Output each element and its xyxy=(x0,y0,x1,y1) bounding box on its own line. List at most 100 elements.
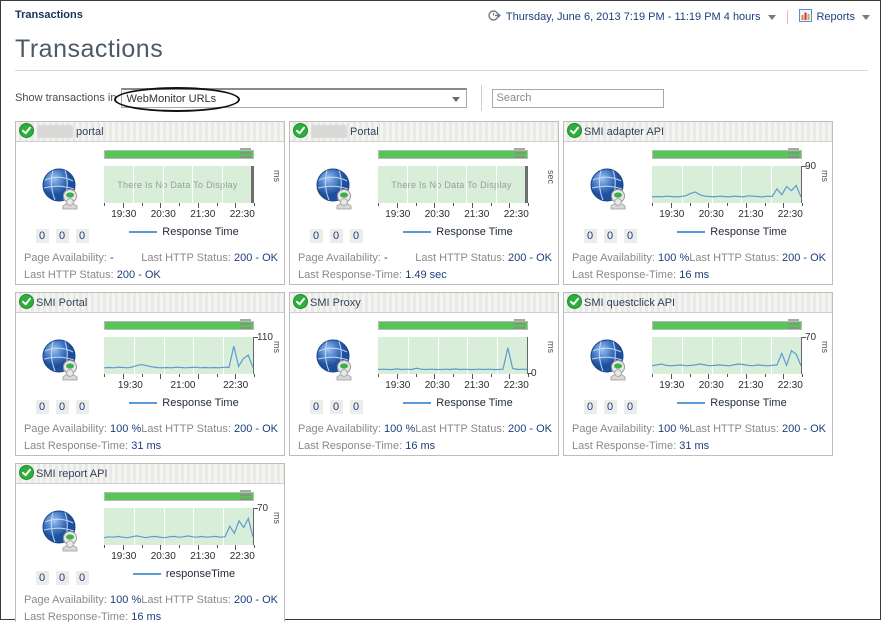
response-time-chart: 70 ms 19:30 20:30 21:30 22:30 xyxy=(104,503,282,562)
availability-label: Page Availability: xyxy=(572,423,655,435)
reports-chart-icon xyxy=(799,9,813,25)
breadcrumb[interactable]: Transactions xyxy=(15,9,83,21)
redacted-title-prefix xyxy=(311,125,347,138)
status-ok-check-icon xyxy=(19,293,34,312)
card-body: 0 0 0 70 ms xyxy=(16,484,284,585)
x-axis-tick-label: 22:30 xyxy=(223,380,249,391)
web-monitor-globe-icon xyxy=(587,166,633,217)
y-axis-unit-label: ms xyxy=(272,170,282,182)
combo-dropdown-arrow-icon[interactable] xyxy=(451,97,460,102)
transaction-card[interactable]: SMI Proxy 0 0 0 0 ms 19:30 20:30 21:30 2… xyxy=(289,292,559,456)
y-axis-unit-label: ms xyxy=(820,341,830,353)
show-transactions-label: Show transactions in xyxy=(15,92,117,104)
card-body: 0 0 0 0 ms 19:30 20:30 21:30 22:30 Respo… xyxy=(290,313,558,414)
card-footer: Page Availability: 100 % Last HTTP Statu… xyxy=(290,414,558,455)
x-axis-labels: 19:30 20:30 21:30 22:30 xyxy=(378,380,536,391)
transaction-card[interactable]: portal 0 0 0 There Is No Data To Display… xyxy=(15,121,285,285)
time-range-label[interactable]: Thursday, June 6, 2013 7:19 PM - 11:19 P… xyxy=(506,11,761,23)
card-footer: Page Availability: 100 % Last HTTP Statu… xyxy=(16,414,284,455)
x-axis-labels: 19:30 20:30 21:30 22:30 xyxy=(652,380,810,391)
x-axis-tick-label: 20:30 xyxy=(424,380,450,391)
top-bar: Transactions Thursday, June 6, 2013 7:19… xyxy=(1,1,880,25)
x-axis-tick-label: 21:30 xyxy=(190,551,216,562)
response-time-chart: There Is No Data To Display ms 19:30 20:3… xyxy=(104,166,282,220)
x-axis-tick-label: 22:30 xyxy=(229,551,255,562)
search-input[interactable] xyxy=(491,88,664,108)
card-header: Portal xyxy=(290,122,558,142)
alarm-counters: 0 0 0 xyxy=(309,229,363,243)
row2-value: 16 ms xyxy=(405,440,436,452)
alarm-counter: 0 xyxy=(603,229,617,243)
availability-label: Page Availability: xyxy=(24,252,107,264)
alarm-counter: 0 xyxy=(329,400,343,414)
x-axis-tick-label: 21:00 xyxy=(170,380,196,391)
row2-label: Last Response-Time: xyxy=(24,611,129,622)
card-title: SMI Portal xyxy=(36,296,88,309)
time-range-icon xyxy=(488,9,501,25)
status-ok-check-icon xyxy=(293,122,308,141)
selected-option-label: WebMonitor URLs xyxy=(126,92,217,105)
card-title: portal xyxy=(76,125,104,138)
no-data-message: There Is No Data To Display xyxy=(391,179,512,190)
card-footer: Page Availability: - Last HTTP Status: 2… xyxy=(290,243,558,284)
card-body: 0 0 0 110 ms 19:30 21:00 22:30 Response … xyxy=(16,313,284,414)
http-status-value: 200 - OK xyxy=(233,594,278,606)
transaction-card[interactable]: Portal 0 0 0 There Is No Data To Display… xyxy=(289,121,559,285)
http-status-label: Last HTTP Status: xyxy=(141,252,231,264)
transaction-card[interactable]: SMI adapter API 0 0 0 90 ms 19:30 20:30 … xyxy=(563,121,833,285)
title-divider xyxy=(15,70,868,71)
legend-label: Response Time xyxy=(436,397,513,409)
status-ok-check-icon xyxy=(19,464,34,483)
card-footer: Page Availability: - Last HTTP Status: 2… xyxy=(16,243,284,284)
x-axis-labels: 19:30 20:30 21:30 22:30 xyxy=(104,209,262,220)
alarm-counters: 0 0 0 xyxy=(583,400,637,414)
transaction-card[interactable]: SMI report API 0 0 0 70 ms 19:30 20:30 2… xyxy=(15,463,285,622)
availability-value: - xyxy=(384,252,388,264)
legend-label: Response Time xyxy=(162,397,239,409)
row2-value: 16 ms xyxy=(679,269,710,281)
alarm-counter: 0 xyxy=(623,400,637,414)
row2-value: 31 ms xyxy=(131,440,162,452)
controls-divider xyxy=(480,85,482,111)
timeline-marker-icon xyxy=(787,146,800,159)
card-title: SMI Proxy xyxy=(310,296,361,309)
transaction-card[interactable]: SMI Portal 0 0 0 110 ms 19:30 21:00 22:3… xyxy=(15,292,285,456)
response-time-chart: 90 ms 19:30 20:30 21:30 22:30 xyxy=(652,161,830,220)
chart-legend: responseTime xyxy=(104,568,264,580)
http-status-value: 200 - OK xyxy=(507,252,552,264)
page-title: Transactions xyxy=(15,35,164,63)
x-axis-ticks xyxy=(104,545,255,550)
alarm-counter: 0 xyxy=(623,229,637,243)
http-status-label: Last HTTP Status: xyxy=(689,423,779,435)
x-axis-ticks xyxy=(652,203,803,208)
alarm-counter: 0 xyxy=(75,571,89,585)
http-status-label: Last HTTP Status: xyxy=(141,594,231,606)
availability-value: 100 % xyxy=(110,594,142,606)
chart-legend: Response Time xyxy=(104,397,264,409)
y-axis-value: 110 xyxy=(257,332,273,343)
x-axis-tick-label: 22:30 xyxy=(777,209,803,220)
availability-bar xyxy=(104,319,254,330)
http-status-value: 200 - OK xyxy=(781,252,826,264)
reports-button[interactable]: Reports xyxy=(799,9,870,25)
x-axis-ticks xyxy=(104,374,255,379)
transaction-card[interactable]: SMI questclick API 0 0 0 70 ms 19:30 20:… xyxy=(563,292,833,456)
alarm-counters: 0 0 0 xyxy=(309,400,363,414)
transactions-filter-select[interactable]: WebMonitor URLs xyxy=(113,87,467,112)
web-monitor-globe-icon xyxy=(39,166,85,217)
availability-label: Page Availability: xyxy=(24,594,107,606)
chart-legend: Response Time xyxy=(652,226,812,238)
card-title: SMI adapter API xyxy=(584,125,665,138)
x-axis-tick-label: 19:30 xyxy=(659,380,685,391)
time-range-dropdown-arrow-icon[interactable] xyxy=(768,14,777,20)
x-axis-ticks xyxy=(104,203,255,208)
x-axis-ticks xyxy=(378,374,529,379)
y-axis-unit-label: sec xyxy=(546,170,556,185)
status-ok-check-icon xyxy=(19,122,34,141)
y-axis-unit-label: ms xyxy=(820,170,830,182)
chart-legend: Response Time xyxy=(652,397,812,409)
timeline-marker-icon xyxy=(513,317,526,330)
alarm-counter: 0 xyxy=(309,400,323,414)
card-header: SMI report API xyxy=(16,464,284,484)
legend-line-swatch xyxy=(677,231,706,233)
